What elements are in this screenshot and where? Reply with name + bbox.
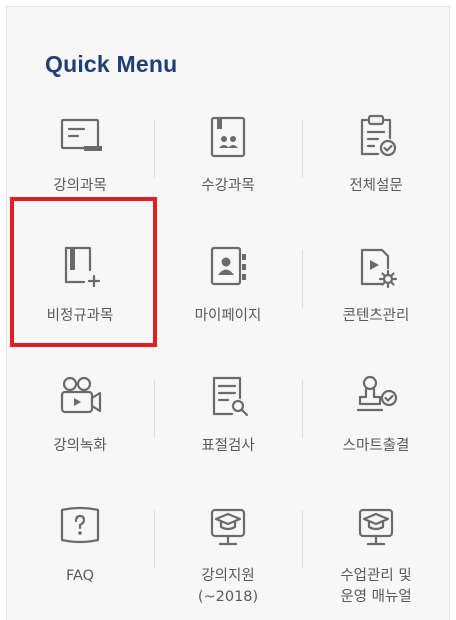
divider [302,510,303,568]
document-search-icon [202,370,254,422]
menu-item-label: 스마트출결 [342,438,410,454]
menu-item-content-management[interactable]: 콘텐츠관리 [302,230,450,360]
divider [302,380,303,438]
menu-item-all-surveys[interactable]: 전체설문 [302,100,450,230]
menu-item-label-line2: 운영 매뉴얼 [340,589,412,605]
clipboard-check-icon [350,110,402,162]
menu-item-lecture-support[interactable]: 강의지원 (~2018) [154,490,302,620]
stamp-check-icon [350,370,402,422]
menu-row-2: 비정규과목 마이페이지 콘텐츠관리 [6,230,450,360]
graduation-monitor-icon [202,500,254,552]
menu-item-plagiarism-check[interactable]: 표절검사 [154,360,302,490]
menu-item-label: 수업관리 및 운영 매뉴얼 [302,566,450,608]
menu-item-label: FAQ [65,568,95,584]
menu-item-label-line1: 강의지원 [201,568,255,584]
menu-item-lecture-subjects[interactable]: 강의과목 [6,100,154,230]
student-book-icon [202,110,254,162]
divider [302,250,303,308]
menu-item-label: 마이페이지 [194,308,262,324]
menu-item-label-line1: 수업관리 및 [340,568,412,584]
contact-book-icon [202,240,254,292]
menu-row-3: 강의녹화 표절검사 스마트출결 [6,360,450,490]
menu-row-4: FAQ 강의지원 (~2018) 수업관리 및 운영 매뉴얼 [6,490,450,620]
divider [154,250,155,308]
video-settings-icon [350,240,402,292]
video-camera-icon [54,370,106,422]
menu-item-faq[interactable]: FAQ [6,490,154,620]
menu-item-lecture-recording[interactable]: 강의녹화 [6,360,154,490]
menu-item-label: 강의지원 (~2018) [154,566,302,608]
lecture-screen-icon [54,110,106,162]
quick-menu-title: Quick Menu [45,51,178,77]
divider [154,120,155,178]
divider [154,510,155,568]
menu-row-1: 강의과목 수강과목 전체설문 [6,100,450,230]
menu-item-non-regular-subjects[interactable]: 비정규과목 [6,230,154,360]
graduation-monitor-icon [350,500,402,552]
menu-item-label-line2: (~2018) [197,589,259,605]
menu-item-label: 콘텐츠관리 [342,308,410,324]
divider [302,120,303,178]
menu-item-label: 표절검사 [201,438,255,454]
menu-item-smart-attendance[interactable]: 스마트출결 [302,360,450,490]
question-book-icon [54,500,106,552]
menu-item-class-management-manual[interactable]: 수업관리 및 운영 매뉴얼 [302,490,450,620]
menu-item-label: 비정규과목 [46,308,114,324]
menu-item-label: 강의녹화 [53,438,107,454]
menu-item-my-page[interactable]: 마이페이지 [154,230,302,360]
menu-item-label: 강의과목 [53,178,107,194]
menu-item-enrolled-subjects[interactable]: 수강과목 [154,100,302,230]
menu-item-label: 전체설문 [349,178,403,194]
divider [154,380,155,438]
menu-item-label: 수강과목 [201,178,255,194]
book-plus-icon [54,240,106,292]
